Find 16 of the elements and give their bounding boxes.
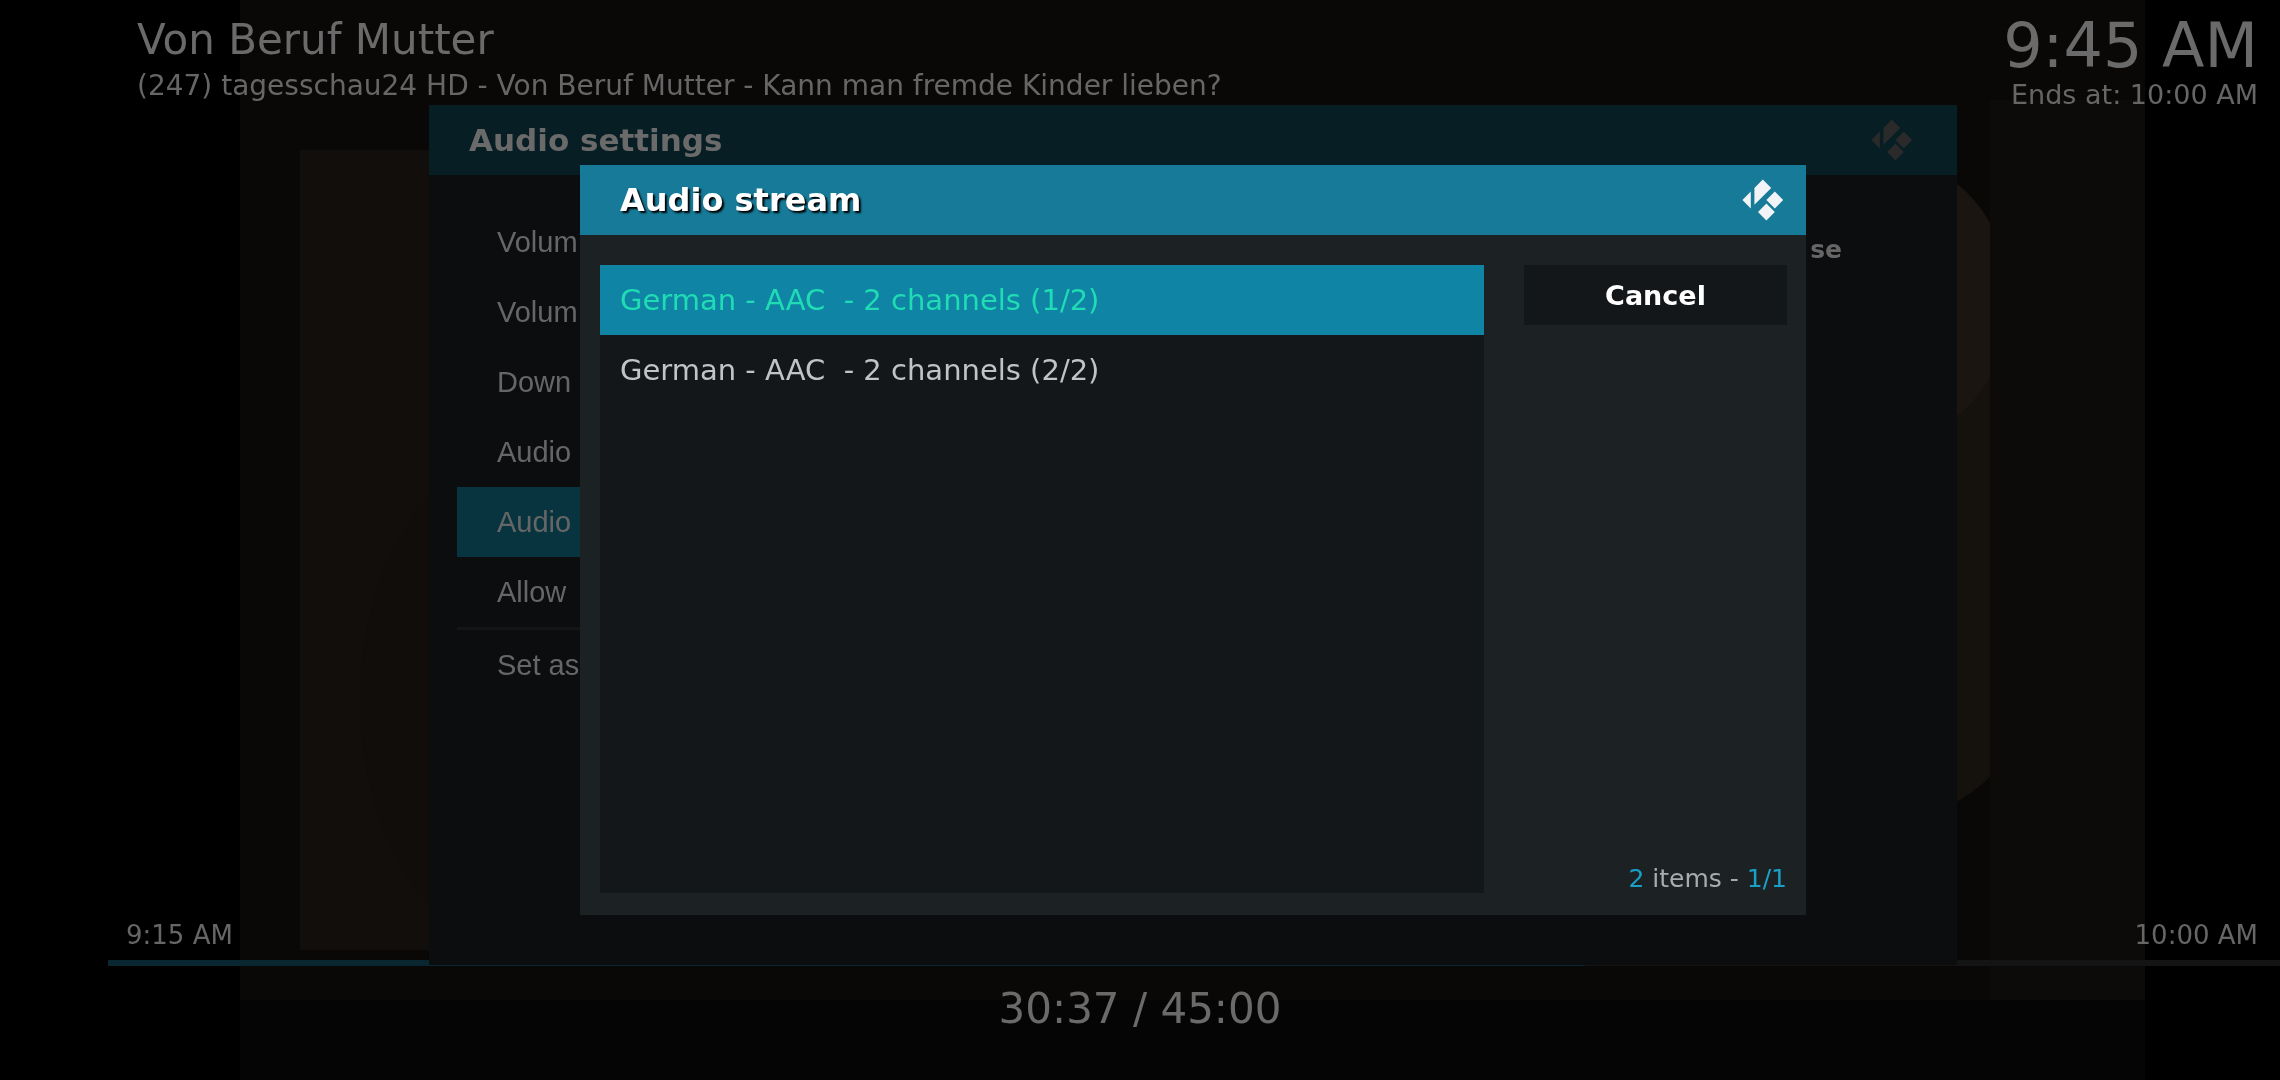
- show-title: Von Beruf Mutter: [137, 14, 495, 66]
- stream-item[interactable]: German - AAC - 2 channels (1/2): [600, 265, 1484, 335]
- end-time: 10:00 AM: [2134, 920, 2258, 950]
- settings-label: se: [1810, 235, 1842, 266]
- page-indicator: 1/1: [1746, 864, 1787, 893]
- elapsed-time: 30:37 / 45:00: [998, 984, 1282, 1033]
- dialog-title: Audio stream: [620, 181, 862, 219]
- panel-title: Audio settings: [469, 122, 723, 158]
- clock: 9:45 AM: [2003, 12, 2258, 80]
- start-time: 9:15 AM: [126, 920, 233, 950]
- item-count: 2: [1628, 864, 1645, 893]
- count-label: items -: [1652, 864, 1739, 893]
- stream-item[interactable]: German - AAC - 2 channels (2/2): [600, 335, 1484, 405]
- end-time-label: Ends at: 10:00 AM: [2011, 80, 2258, 110]
- cancel-button[interactable]: Cancel: [1524, 265, 1787, 325]
- channel-info: (247) tagesschau24 HD - Von Beruf Mutter - Kann man fremde Kinder lieben?: [137, 68, 1222, 104]
